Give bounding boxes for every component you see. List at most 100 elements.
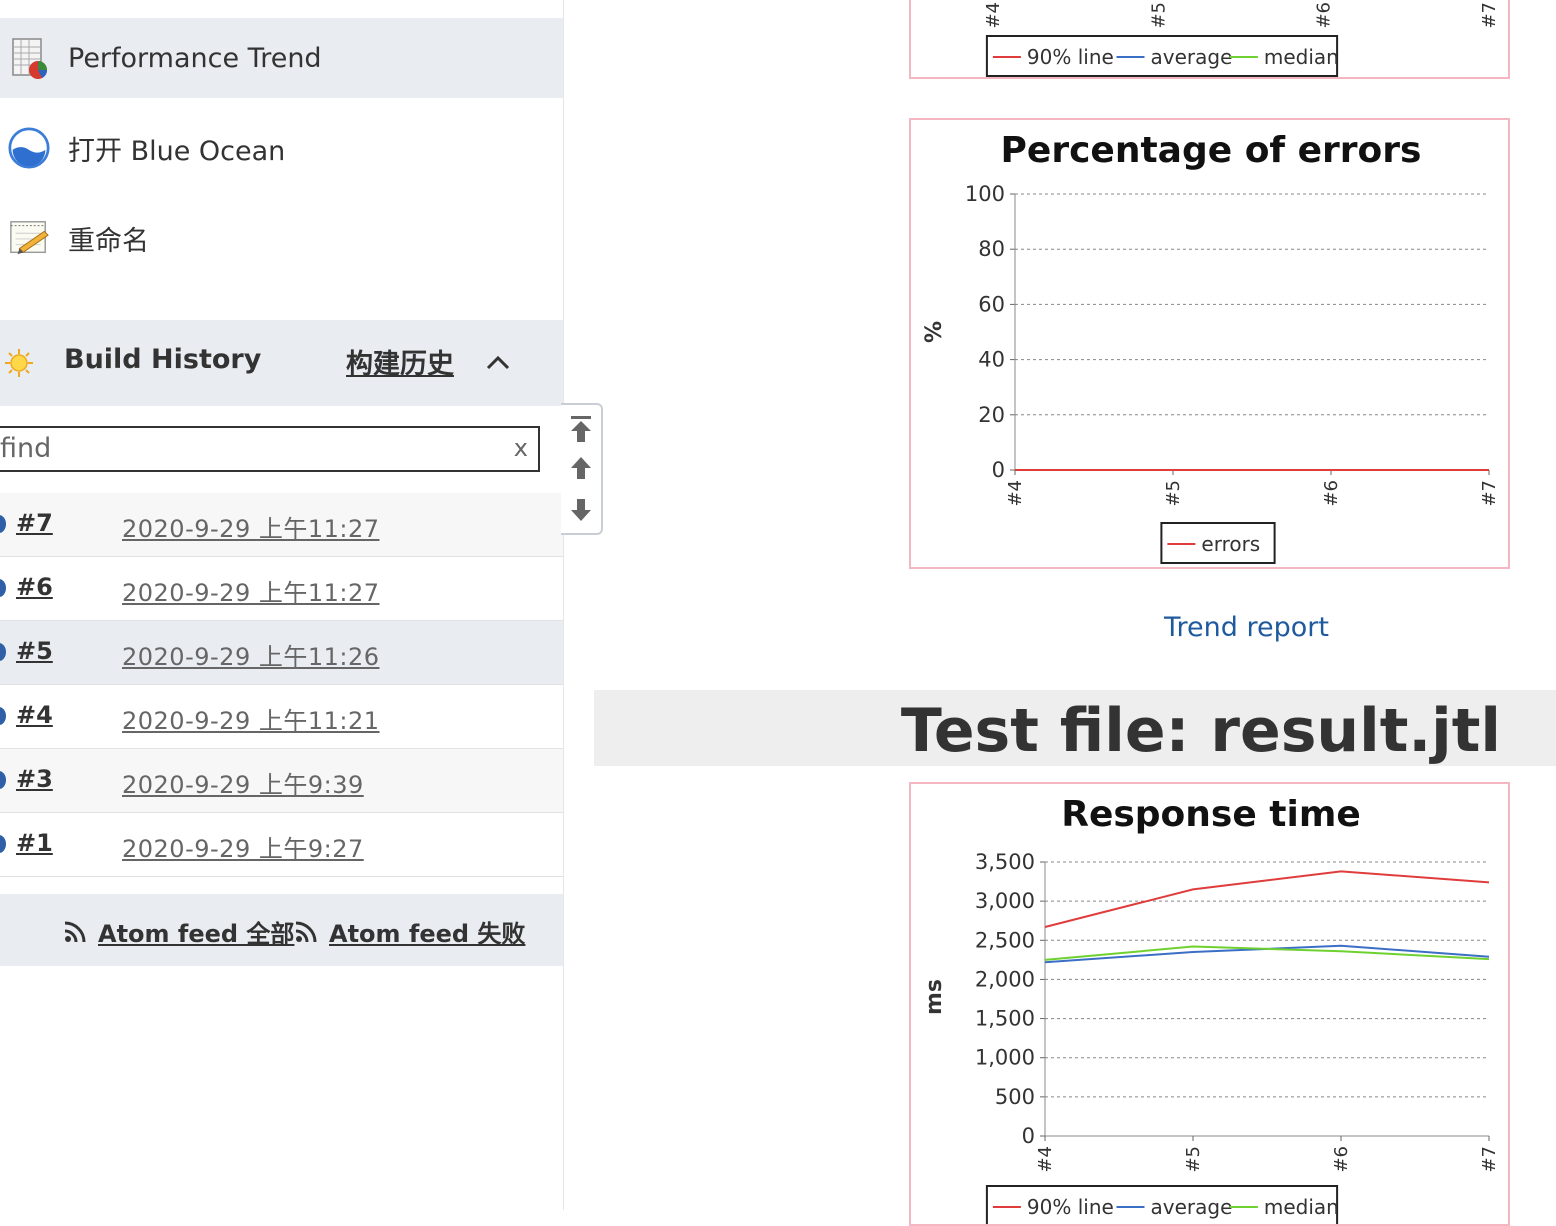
legend-label: errors — [1201, 532, 1260, 556]
build-number-link[interactable]: #3 — [16, 765, 53, 793]
x-tick-label: #4 — [1035, 1146, 1056, 1173]
blue-ocean-icon — [8, 127, 50, 169]
clear-search-button[interactable]: x — [514, 434, 528, 462]
legend-label: median — [1264, 1195, 1339, 1219]
rss-icon — [64, 921, 86, 942]
build-date-link[interactable]: 2020-9-29 上午9:27 — [122, 829, 364, 864]
legend-label: average — [1151, 45, 1233, 69]
build-search-box: x — [0, 426, 540, 472]
build-row[interactable]: #3 2020-9-29 上午9:39 — [0, 749, 563, 813]
legend-label: 90% line — [1027, 45, 1114, 69]
build-history-link[interactable]: 构建历史 — [346, 342, 454, 381]
x-tick-label: #7 — [1479, 480, 1500, 507]
atom-feed-failed-link[interactable]: Atom feed 失败 — [293, 914, 525, 949]
scroll-top-icon[interactable] — [569, 415, 593, 443]
atom-feed-bar: Atom feed 全部 Atom feed 失败 — [0, 894, 563, 966]
x-tick-label: #6 — [1314, 2, 1335, 29]
build-history-title: Build History — [64, 344, 262, 375]
chart-errors-svg: Percentage of errors% 0 20 40 60 80 100 #4 #5 #6 #… — [922, 130, 1500, 564]
legend-label: average — [1151, 1195, 1233, 1219]
atom-feed-failed-label: Atom feed 失败 — [329, 920, 526, 948]
scroll-down-icon[interactable] — [569, 495, 593, 523]
chart-response-time-svg: Response time ms 0 500 1,000 1,500 2,000 2,500 3… — [922, 794, 1500, 1224]
rename-icon — [8, 217, 50, 259]
task-label: 打开 Blue Ocean — [68, 135, 286, 167]
build-date-link[interactable]: 2020-9-29 上午9:39 — [122, 765, 364, 800]
y-tick-label: 2,500 — [975, 928, 1035, 952]
rss-icon — [295, 921, 317, 942]
x-tick-label: #5 — [1163, 480, 1184, 507]
build-status-icon — [0, 707, 6, 725]
y-tick-label: 0 — [992, 458, 1005, 482]
build-status-icon — [0, 643, 6, 661]
x-tick-label: #4 — [983, 2, 1004, 29]
task-performance-trend[interactable]: Performance Trend — [0, 18, 563, 98]
test-file-heading: Test file: result.jtl — [900, 696, 1501, 766]
build-number-link[interactable]: #6 — [16, 573, 53, 601]
build-status-icon — [0, 771, 6, 789]
build-status-icon — [0, 579, 6, 597]
atom-feed-all-link[interactable]: Atom feed 全部 — [62, 914, 294, 949]
y-tick-label: 1,500 — [975, 1007, 1035, 1031]
x-tick-label: #5 — [1148, 2, 1169, 29]
chevron-up-icon[interactable] — [484, 352, 512, 374]
chart-title: Response time — [1061, 794, 1361, 835]
build-status-icon — [0, 835, 6, 853]
y-tick-label: 100 — [965, 182, 1005, 206]
sidebar: Performance Trend 打开 Blue Ocean 重命名 Buil… — [0, 0, 564, 1210]
build-row[interactable]: #4 2020-9-29 上午11:21 — [0, 685, 563, 749]
y-tick-label: 80 — [978, 237, 1005, 261]
build-number-link[interactable]: #7 — [16, 509, 53, 537]
task-label: Performance Trend — [68, 42, 322, 74]
test-file-heading-bar: Test file: result.jtl — [594, 690, 1556, 766]
build-number-link[interactable]: #5 — [16, 637, 53, 665]
x-tick-label: #6 — [1331, 1146, 1352, 1173]
x-tick-label: #7 — [1479, 1146, 1500, 1173]
legend-label: 90% line — [1027, 1195, 1114, 1219]
x-tick-label: #7 — [1479, 2, 1500, 29]
build-date-link[interactable]: 2020-9-29 上午11:21 — [122, 701, 380, 736]
scroll-up-icon[interactable] — [569, 455, 593, 483]
build-number-link[interactable]: #4 — [16, 701, 53, 729]
build-history-header: Build History 构建历史 — [0, 320, 563, 406]
chart-response-time: Response time ms 0 500 1,000 1,500 2,000 2,500 3… — [909, 782, 1510, 1226]
y-tick-label: 3,500 — [975, 850, 1035, 874]
y-tick-label: 500 — [995, 1085, 1035, 1109]
performance-trend-icon — [8, 37, 50, 79]
task-label: 重命名 — [68, 225, 149, 257]
build-date-link[interactable]: 2020-9-29 上午11:27 — [122, 573, 380, 608]
task-blue-ocean[interactable]: 打开 Blue Ocean — [0, 108, 563, 188]
atom-feed-all-label: Atom feed 全部 — [98, 920, 295, 948]
scroll-controls — [561, 403, 603, 535]
x-tick-label: #6 — [1321, 480, 1342, 507]
y-tick-label: 3,000 — [975, 889, 1035, 913]
series-line — [1044, 870, 1490, 928]
chart-errors: Percentage of errors% 0 20 40 60 80 100 #4 #5 #6 #… — [909, 118, 1510, 569]
build-date-link[interactable]: 2020-9-29 上午11:26 — [122, 637, 380, 672]
y-tick-label: 2,000 — [975, 967, 1035, 991]
chart-title: Percentage of errors — [1001, 130, 1422, 171]
build-number-link[interactable]: #1 — [16, 829, 53, 857]
trend-report-link[interactable]: Trend report — [1164, 612, 1329, 643]
build-search-input[interactable] — [0, 428, 490, 468]
build-date-link[interactable]: 2020-9-29 上午11:27 — [122, 509, 380, 544]
y-tick-label: 1,000 — [975, 1046, 1035, 1070]
build-status-icon — [0, 515, 6, 533]
x-tick-label: #5 — [1183, 1146, 1204, 1173]
y-tick-label: 40 — [978, 348, 1005, 372]
y-tick-label: 20 — [978, 403, 1005, 427]
legend-label: median — [1264, 45, 1339, 69]
build-row[interactable]: #7 2020-9-29 上午11:27 — [0, 493, 563, 557]
build-row[interactable]: #1 2020-9-29 上午9:27 — [0, 813, 563, 877]
y-tick-label: 0 — [1022, 1124, 1035, 1148]
task-rename[interactable]: 重命名 — [0, 198, 563, 278]
chart-partial-svg: #4 #5 #6 #7 90% line average median — [983, 2, 1500, 77]
y-axis-label: % — [922, 321, 947, 343]
y-tick-label: 60 — [978, 292, 1005, 316]
build-row[interactable]: #6 2020-9-29 上午11:27 — [0, 557, 563, 621]
chart-partial-top: #4 #5 #6 #7 90% line average median — [909, 0, 1510, 79]
sun-icon — [4, 348, 34, 378]
y-axis-label: ms — [922, 979, 947, 1015]
x-tick-label: #4 — [1005, 480, 1026, 507]
build-row[interactable]: #5 2020-9-29 上午11:26 — [0, 621, 563, 685]
